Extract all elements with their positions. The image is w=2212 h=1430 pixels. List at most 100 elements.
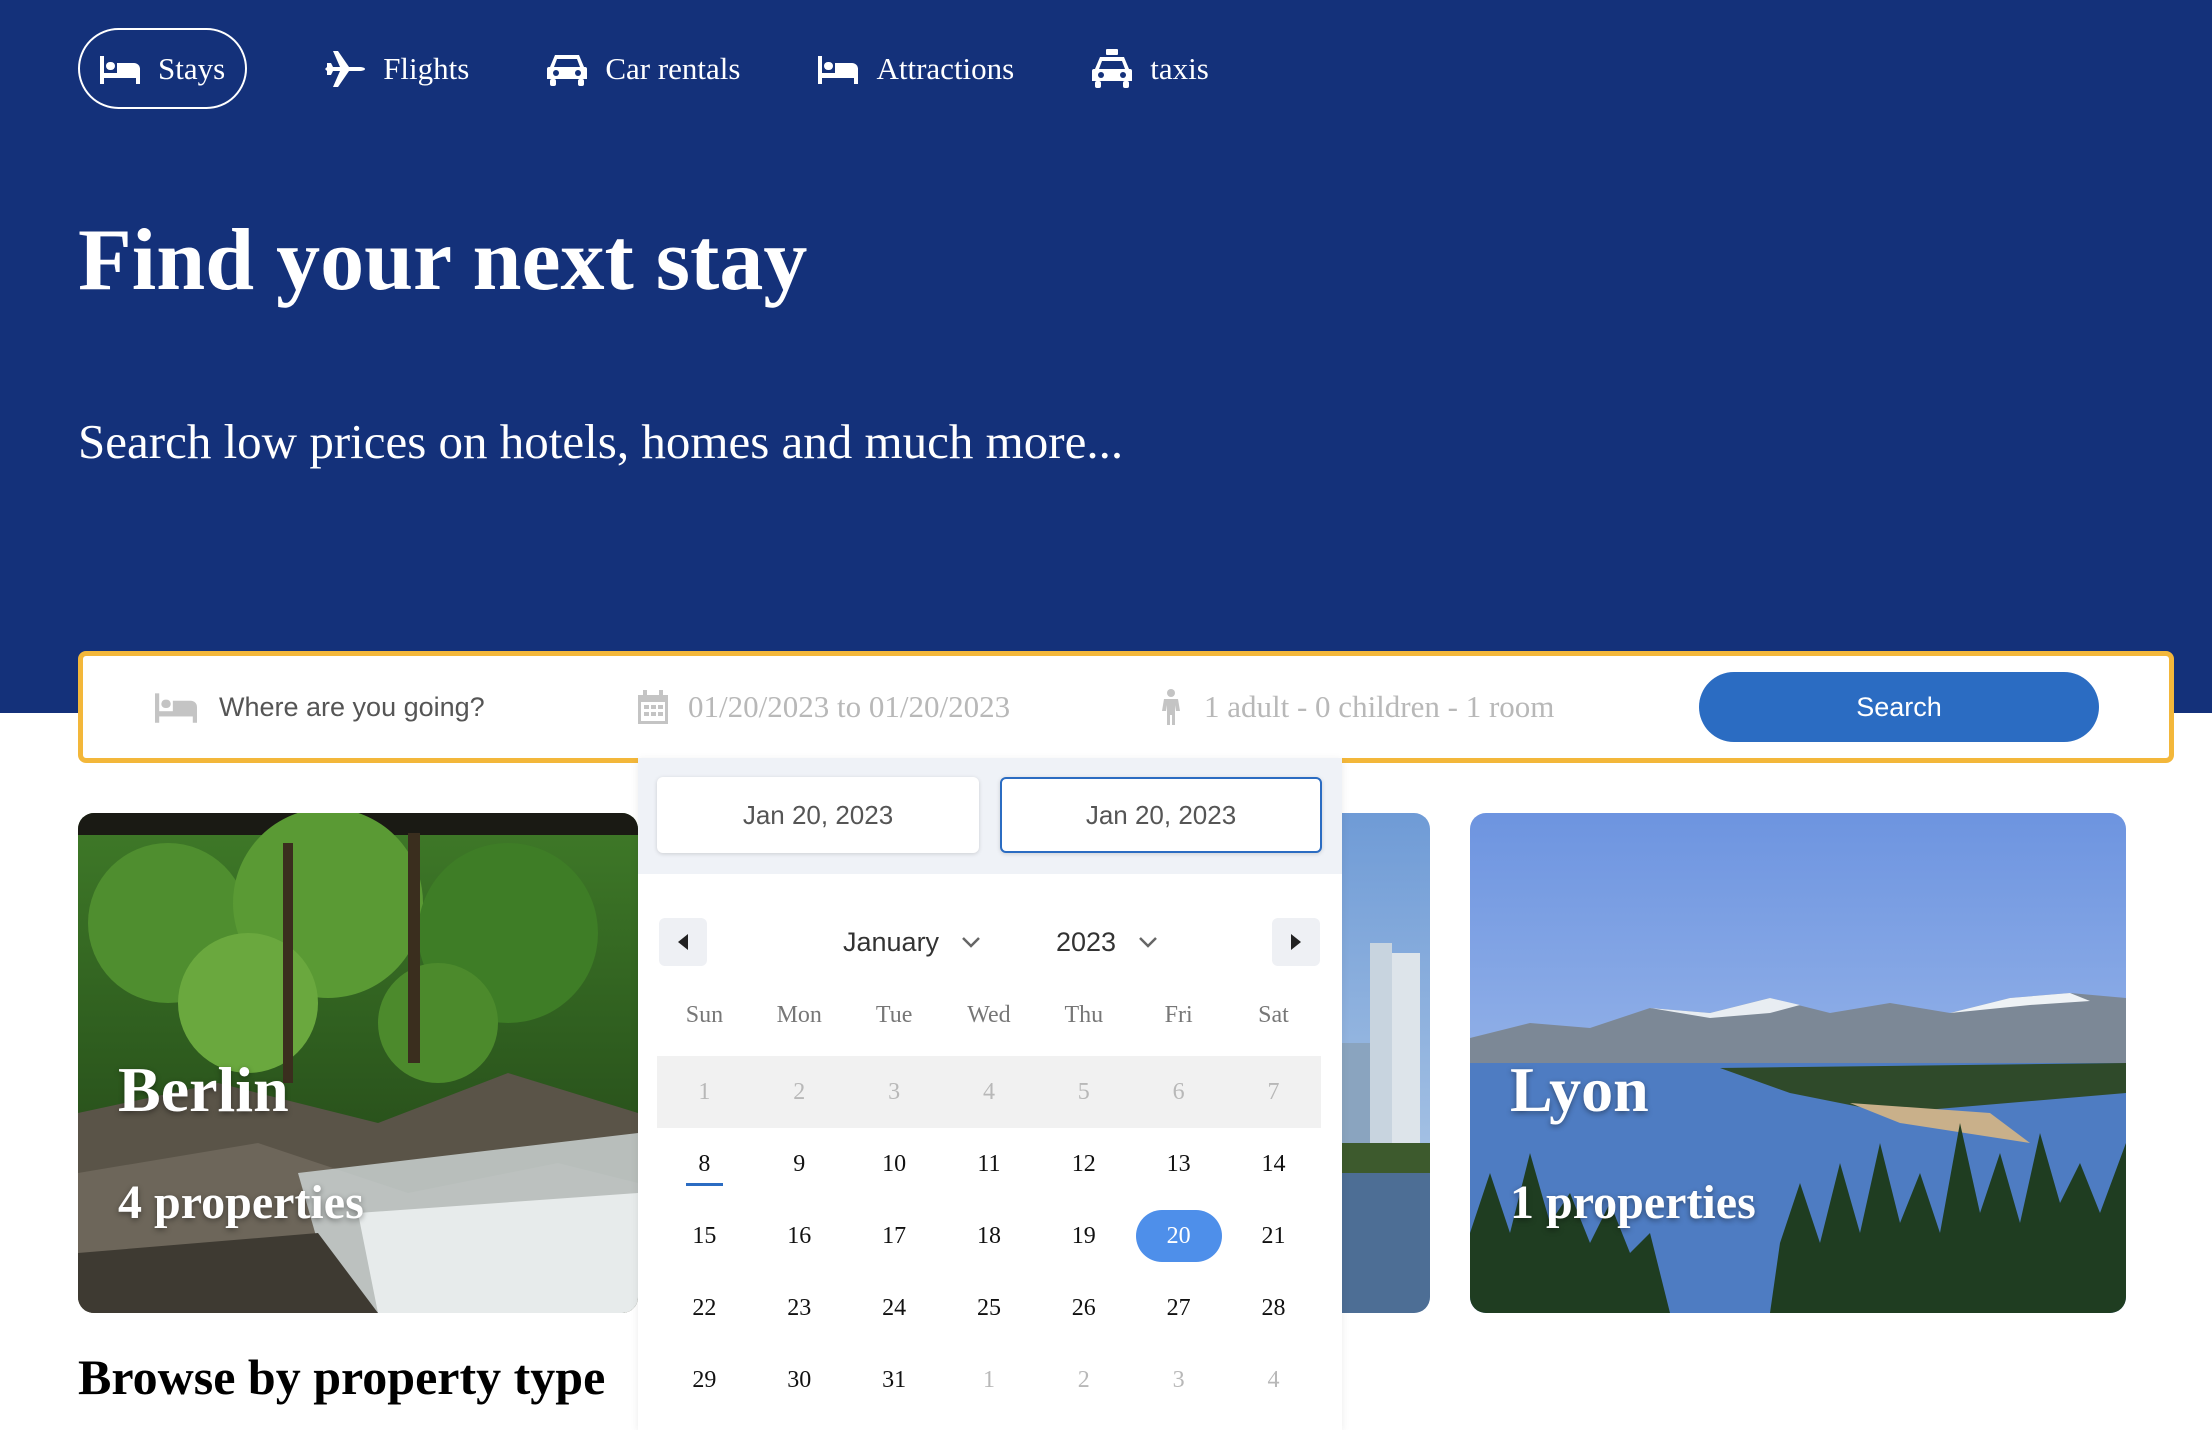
day-number: 18 — [976, 1222, 1001, 1249]
calendar-day-disabled: 3 — [847, 1056, 942, 1128]
calendar-day[interactable]: 22 — [657, 1272, 752, 1344]
nav-item-label: Car rentals — [605, 50, 741, 86]
start-date-display[interactable]: Jan 20, 2023 — [657, 777, 979, 853]
calendar-day[interactable]: 9 — [752, 1128, 847, 1200]
weekday-label: Sun — [685, 1002, 724, 1028]
nav-item-car-rentals[interactable]: Car rentals — [547, 28, 740, 109]
calendar-week: 8 9 10 11 12 13 14 — [657, 1128, 1321, 1200]
day-number: 19 — [1071, 1222, 1096, 1249]
day-number: 13 — [1166, 1150, 1191, 1177]
day-number: 2 — [1077, 1366, 1090, 1393]
day-number: 30 — [787, 1366, 812, 1393]
day-number: 22 — [692, 1294, 717, 1321]
weekday-label: Sat — [1258, 1002, 1289, 1028]
day-number: 23 — [787, 1294, 812, 1321]
weekday-header: Sun Mon Tue Wed Thu Fri Sat — [657, 1002, 1321, 1029]
day-number: 31 — [882, 1366, 907, 1393]
day-number: 20 — [1135, 1210, 1222, 1262]
city-card-lyon[interactable]: Lyon 1 properties — [1470, 813, 2126, 1313]
nav-item-stays[interactable]: Stays — [78, 28, 248, 109]
calendar-day[interactable]: 24 — [847, 1272, 942, 1344]
city-name: Lyon — [1510, 1054, 1649, 1125]
date-range-field[interactable]: 01/20/2023 to 01/20/2023 — [638, 656, 1010, 758]
day-number: 1 — [982, 1366, 995, 1393]
calendar-day[interactable]: 26 — [1036, 1272, 1131, 1344]
day-number: 26 — [1071, 1294, 1096, 1321]
day-number: 16 — [787, 1222, 812, 1249]
next-month-button[interactable] — [1272, 918, 1320, 966]
date-picker: Jan 20, 2023 Jan 20, 2023 January 2023 S… — [638, 758, 1342, 1430]
nav-item-attractions[interactable]: Attractions — [818, 28, 1014, 109]
nav-item-label: Stays — [158, 50, 226, 86]
calendar-day[interactable]: 12 — [1036, 1128, 1131, 1200]
weekday-label: Thu — [1064, 1002, 1104, 1028]
triangle-right-icon — [1291, 934, 1301, 950]
calendar-day[interactable]: 10 — [847, 1128, 942, 1200]
day-number: 8 — [698, 1150, 711, 1177]
nav-item-flights[interactable]: Flights — [325, 28, 469, 109]
calendar-day[interactable]: 16 — [752, 1200, 847, 1272]
day-number: 29 — [692, 1366, 717, 1393]
calendar-day-disabled: 1 — [657, 1056, 752, 1128]
search-bar: 01/20/2023 to 01/20/2023 1 adult - 0 chi… — [78, 651, 2174, 763]
destination-input[interactable] — [219, 691, 599, 723]
weekday-label: Fri — [1164, 1002, 1193, 1028]
calendar-day[interactable]: 15 — [657, 1200, 752, 1272]
calendar-day[interactable]: 11 — [942, 1128, 1037, 1200]
day-number: 3 — [888, 1078, 901, 1105]
day-number: 5 — [1077, 1078, 1090, 1105]
calendar-day[interactable]: 23 — [752, 1272, 847, 1344]
year-select[interactable]: 2023 — [1056, 918, 1158, 966]
calendar-day[interactable]: 19 — [1036, 1200, 1131, 1272]
day-number: 3 — [1172, 1366, 1185, 1393]
calendar-day-other-month[interactable]: 3 — [1131, 1344, 1226, 1416]
day-number: 11 — [977, 1150, 1001, 1177]
chevron-down-icon — [1139, 937, 1157, 948]
bed-icon — [818, 55, 859, 84]
city-card-berlin[interactable]: Berlin 4 properties — [78, 813, 638, 1313]
calendar-day[interactable]: 29 — [657, 1344, 752, 1416]
calendar-day[interactable]: 17 — [847, 1200, 942, 1272]
calendar-day[interactable]: 28 — [1226, 1272, 1321, 1344]
calendar-day-other-month[interactable]: 1 — [942, 1344, 1037, 1416]
calendar-week: 22 23 24 25 26 27 28 — [657, 1272, 1321, 1344]
plane-icon — [325, 50, 366, 87]
calendar-week: 29 30 31 1 2 3 4 — [657, 1344, 1321, 1416]
calendar-day[interactable]: 31 — [847, 1344, 942, 1416]
calendar-day-other-month[interactable]: 4 — [1226, 1344, 1321, 1416]
calendar-day[interactable]: 13 — [1131, 1128, 1226, 1200]
calendar-day[interactable]: 25 — [942, 1272, 1037, 1344]
calendar-week: 15 16 17 18 19 20 21 — [657, 1200, 1321, 1272]
calendar-day[interactable]: 27 — [1131, 1272, 1226, 1344]
day-number: 24 — [882, 1294, 907, 1321]
day-number: 10 — [882, 1150, 907, 1177]
calendar-day-selected[interactable]: 20 — [1131, 1200, 1226, 1272]
calendar-day-other-month[interactable]: 2 — [1036, 1344, 1131, 1416]
year-select-value: 2023 — [1056, 926, 1117, 957]
end-date-display[interactable]: Jan 20, 2023 — [1000, 777, 1322, 853]
nav-item-label: Flights — [383, 50, 470, 86]
day-number: 2 — [793, 1078, 806, 1105]
person-icon — [1162, 689, 1180, 725]
search-button[interactable]: Search — [1699, 672, 2099, 742]
calendar-day-today[interactable]: 8 — [657, 1128, 752, 1200]
calendar-day-disabled: 2 — [752, 1056, 847, 1128]
calendar-icon — [638, 690, 668, 724]
calendar-day[interactable]: 18 — [942, 1200, 1037, 1272]
previous-month-button[interactable] — [659, 918, 707, 966]
calendar-day[interactable]: 21 — [1226, 1200, 1321, 1272]
day-number: 6 — [1172, 1078, 1185, 1105]
day-number: 7 — [1267, 1078, 1280, 1105]
month-select[interactable]: January — [843, 918, 981, 966]
triangle-left-icon — [678, 934, 688, 950]
taxi-icon — [1092, 48, 1133, 88]
nav-item-taxis[interactable]: taxis — [1092, 28, 1209, 109]
guests-field[interactable]: 1 adult - 0 children - 1 room — [1158, 656, 1554, 758]
destination-field[interactable] — [155, 656, 599, 758]
city-property-count: 1 properties — [1510, 1176, 1756, 1229]
calendar-day[interactable]: 30 — [752, 1344, 847, 1416]
guests-text: 1 adult - 0 children - 1 room — [1204, 689, 1555, 724]
section-title-browse: Browse by property type — [78, 1349, 606, 1405]
calendar-day[interactable]: 14 — [1226, 1128, 1321, 1200]
day-number: 9 — [793, 1150, 806, 1177]
